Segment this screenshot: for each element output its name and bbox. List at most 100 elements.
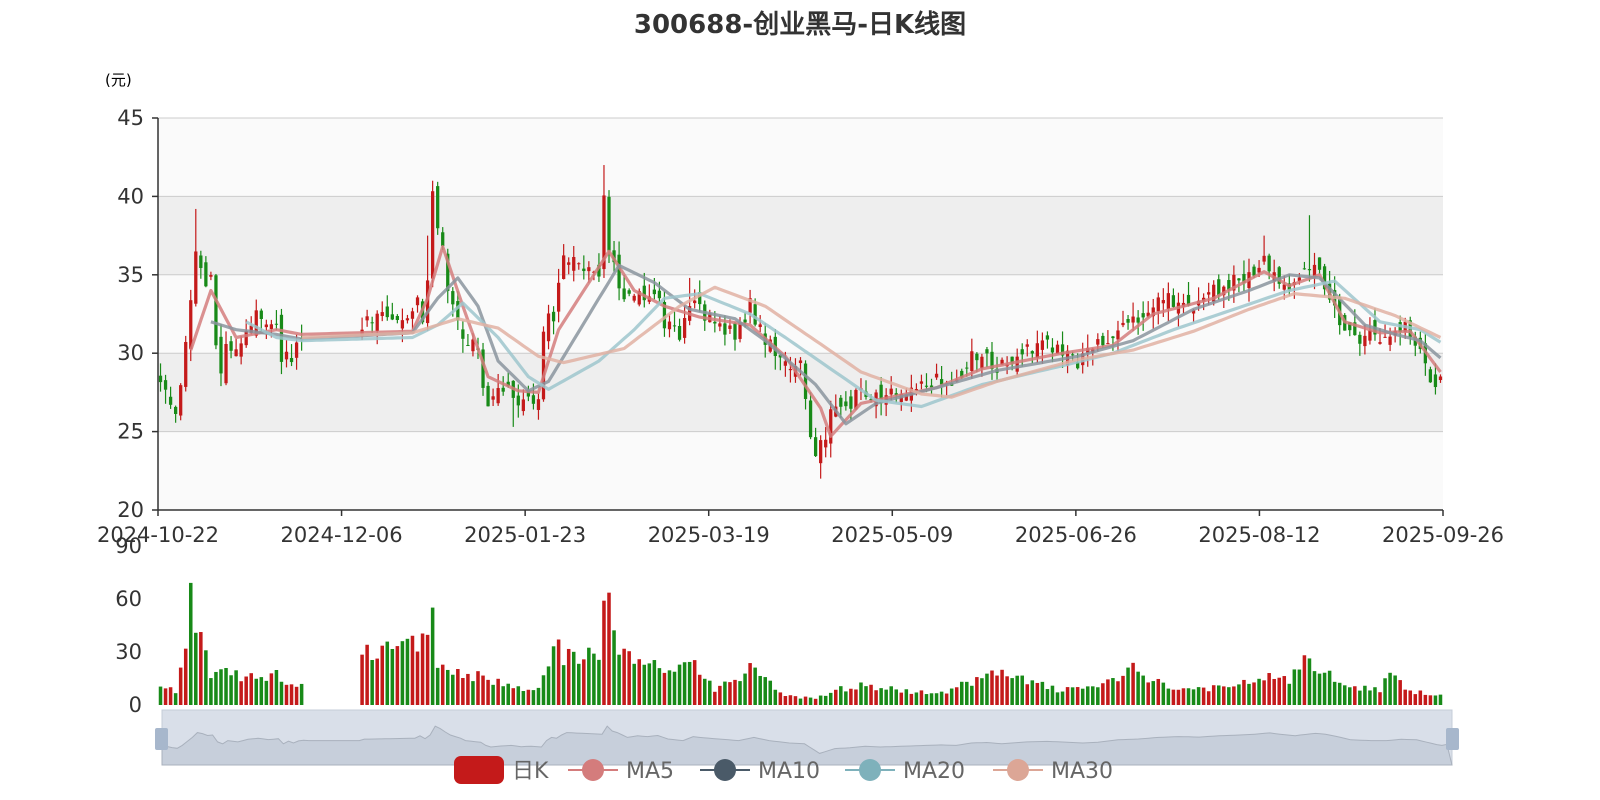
candle-body bbox=[1383, 336, 1387, 338]
candle-body bbox=[985, 349, 989, 354]
volume-bar bbox=[385, 641, 390, 705]
candle-body bbox=[531, 395, 536, 404]
volume-bar bbox=[1247, 683, 1251, 705]
candle-body bbox=[541, 331, 546, 400]
volume-bar bbox=[1342, 685, 1347, 705]
date-tick-label: 2025-08-12 bbox=[1198, 523, 1320, 547]
volume-bar bbox=[1025, 684, 1030, 705]
volume-bar bbox=[768, 680, 773, 705]
volume-bar bbox=[1312, 671, 1317, 705]
legend-item-ma30[interactable]: MA30 bbox=[993, 759, 1113, 784]
candle-body bbox=[1106, 343, 1110, 345]
volume-bar bbox=[1438, 694, 1443, 705]
legend-label: MA20 bbox=[903, 759, 965, 784]
volume-bar bbox=[667, 670, 672, 705]
volume-bar bbox=[264, 680, 269, 705]
volume-bar bbox=[1403, 689, 1407, 705]
candle-body bbox=[1207, 292, 1211, 295]
candle-body bbox=[289, 357, 294, 363]
candle-body bbox=[375, 313, 379, 331]
volume-bar bbox=[1383, 678, 1387, 705]
candle-body bbox=[839, 397, 843, 407]
candle-body bbox=[199, 255, 203, 268]
volume-bar bbox=[818, 695, 823, 705]
volume-bar bbox=[400, 641, 405, 705]
volume-bar bbox=[1141, 675, 1145, 705]
volume-bar bbox=[904, 689, 909, 705]
candle-body bbox=[844, 401, 848, 407]
volume-bar bbox=[229, 675, 233, 705]
candle-body bbox=[1035, 343, 1039, 358]
candle-body bbox=[194, 251, 198, 304]
volume-bar bbox=[566, 648, 571, 705]
price-tick-label: 40 bbox=[117, 184, 144, 208]
volume-bar bbox=[440, 664, 445, 705]
volume-bar bbox=[823, 695, 828, 705]
volume-bar bbox=[1050, 685, 1055, 705]
legend-candle-icon bbox=[454, 756, 504, 784]
volume-bar bbox=[168, 687, 173, 705]
volume-bar bbox=[697, 674, 702, 705]
legend-item-ma10[interactable]: MA10 bbox=[700, 759, 820, 784]
volume-bar bbox=[980, 678, 984, 705]
volume-axis: 90 60 30 0 bbox=[115, 534, 142, 717]
candle-body bbox=[219, 336, 223, 374]
volume-bar bbox=[1378, 692, 1382, 705]
volume-bar bbox=[445, 669, 450, 705]
zoom-slider[interactable] bbox=[155, 709, 1459, 766]
volume-bar bbox=[859, 682, 863, 705]
volume-bar bbox=[199, 632, 203, 705]
volume-bar bbox=[1211, 685, 1216, 705]
candle-body bbox=[1358, 334, 1362, 344]
volume-bar bbox=[491, 684, 495, 705]
volume-bar bbox=[1252, 682, 1256, 705]
volume-bar bbox=[773, 689, 778, 705]
volume-bar bbox=[158, 686, 163, 705]
zoom-handle-left[interactable] bbox=[155, 728, 168, 750]
volume-bar bbox=[1216, 685, 1221, 705]
volume-bar bbox=[995, 675, 999, 705]
candle-body bbox=[1428, 369, 1433, 383]
volume-bar bbox=[370, 659, 374, 705]
candle-body bbox=[184, 341, 188, 387]
volume-bar bbox=[1287, 683, 1292, 705]
volume-bar bbox=[642, 664, 647, 705]
candle-body bbox=[587, 267, 591, 272]
volume-bar bbox=[652, 660, 657, 705]
candle-body bbox=[849, 396, 853, 409]
candle-body bbox=[1050, 347, 1055, 353]
candle-body bbox=[264, 324, 268, 328]
candle-body bbox=[536, 399, 541, 410]
candle-body bbox=[1433, 374, 1438, 388]
volume-bar bbox=[1096, 687, 1100, 705]
volume-bar bbox=[1055, 692, 1060, 705]
volume-bar bbox=[1101, 683, 1105, 705]
legend-item-日k[interactable]: 日K bbox=[454, 756, 549, 784]
legend-item-ma20[interactable]: MA20 bbox=[845, 759, 965, 784]
candle-body bbox=[824, 439, 828, 448]
volume-bar bbox=[1040, 681, 1045, 705]
volume-bar bbox=[939, 691, 944, 705]
volume-bar bbox=[531, 690, 536, 705]
candle-body bbox=[1136, 317, 1140, 323]
volume-bar bbox=[1176, 689, 1181, 705]
zoom-handle-right[interactable] bbox=[1446, 728, 1459, 750]
volume-bar bbox=[702, 678, 707, 705]
volume-bar bbox=[1353, 686, 1357, 705]
volume-bar bbox=[234, 670, 238, 705]
grid-band bbox=[158, 431, 1443, 510]
candle-body bbox=[667, 321, 672, 330]
price-unit-label: (元) bbox=[105, 71, 132, 89]
volume-bar bbox=[1398, 680, 1402, 705]
volume-bar bbox=[738, 681, 742, 705]
volume-bar bbox=[854, 689, 858, 705]
volume-bar bbox=[1348, 687, 1352, 705]
volume-bar bbox=[1015, 675, 1019, 705]
volume-bar bbox=[466, 673, 470, 705]
candle-body bbox=[1166, 293, 1171, 310]
candle-body bbox=[385, 306, 389, 318]
volume-bar bbox=[662, 672, 667, 705]
volume-bar bbox=[1080, 688, 1085, 705]
volume-bar bbox=[622, 648, 626, 705]
volume-bar bbox=[1070, 687, 1075, 705]
